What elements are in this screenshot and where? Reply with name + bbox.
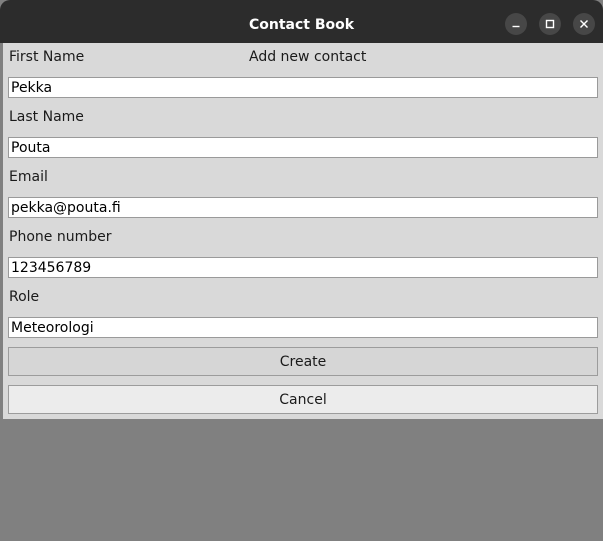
- minimize-icon: [511, 19, 521, 29]
- role-input[interactable]: [8, 317, 598, 338]
- maximize-button[interactable]: [539, 13, 561, 35]
- last-name-input[interactable]: [8, 137, 598, 158]
- email-label: Email: [9, 169, 48, 185]
- create-button[interactable]: Create: [8, 347, 598, 376]
- last-name-label: Last Name: [9, 109, 84, 125]
- contact-form: Add new contact First Name Last Name Ema…: [3, 43, 603, 419]
- phone-number-label: Phone number: [9, 229, 112, 245]
- maximize-icon: [545, 19, 555, 29]
- first-name-label: First Name: [9, 49, 85, 65]
- close-button[interactable]: [573, 13, 595, 35]
- form-heading: Add new contact: [249, 49, 367, 65]
- email-input[interactable]: [8, 197, 598, 218]
- cancel-button[interactable]: Cancel: [8, 385, 598, 414]
- phone-number-input[interactable]: [8, 257, 598, 278]
- title-bar[interactable]: Contact Book: [0, 0, 603, 43]
- first-name-input[interactable]: [8, 77, 598, 98]
- minimize-button[interactable]: [505, 13, 527, 35]
- close-icon: [579, 19, 589, 29]
- role-label: Role: [9, 289, 40, 305]
